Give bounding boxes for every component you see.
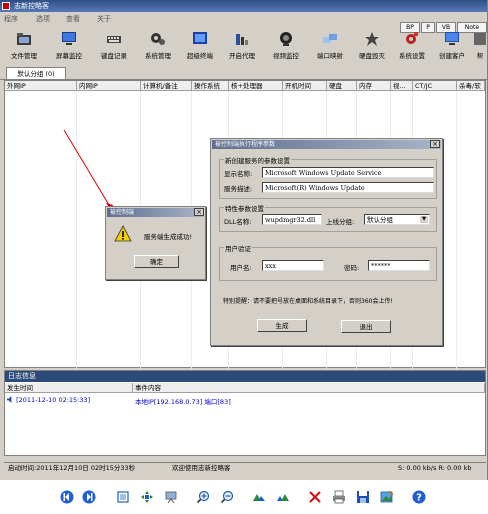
group-new-service-legend: 新创建服务的参数设置 bbox=[224, 155, 291, 165]
online-group-select[interactable]: 默认分组 ▼ bbox=[364, 214, 430, 225]
print-icon[interactable] bbox=[332, 490, 346, 504]
edit-image-icon[interactable] bbox=[380, 490, 394, 504]
close-icon: × bbox=[196, 208, 202, 216]
fit-window-icon[interactable] bbox=[116, 490, 130, 504]
password-label: 密码: bbox=[344, 264, 360, 272]
password-field[interactable]: ****** bbox=[368, 260, 430, 271]
config-dialog: 被控制端执行程序参数 × 新创建服务的参数设置 显示名称: Microsoft … bbox=[210, 138, 443, 346]
slideshow-icon[interactable] bbox=[164, 490, 178, 504]
service-desc-field[interactable]: Microsoft(R) Windows Update bbox=[262, 182, 434, 193]
warning-icon bbox=[114, 225, 132, 242]
username-label: 用户名: bbox=[230, 264, 252, 272]
config-dialog-title: 被控制端执行程序参数 bbox=[212, 140, 441, 149]
display-name-field[interactable]: Microsoft Windows Update Service bbox=[262, 167, 434, 178]
chevron-down-icon: ▼ bbox=[420, 216, 428, 223]
dll-name-field[interactable]: wupdmgr32.dll bbox=[262, 214, 322, 225]
ok-button[interactable]: 确定 bbox=[134, 255, 179, 268]
actual-size-icon[interactable] bbox=[140, 490, 154, 504]
rotate-left-icon[interactable] bbox=[252, 490, 266, 504]
group-new-service: 新创建服务的参数设置 显示名称: Microsoft Windows Updat… bbox=[219, 155, 437, 199]
rotate-right-icon[interactable] bbox=[276, 490, 290, 504]
display-name-label: 显示名称: bbox=[224, 170, 253, 178]
message-dialog: 被控制端 × 服务端生成成功! 确定 bbox=[105, 206, 206, 280]
generate-button[interactable]: 生成 bbox=[257, 319, 307, 332]
group-auth-legend: 用户验证 bbox=[224, 243, 252, 253]
message-dialog-title: 被控制端 bbox=[107, 208, 204, 217]
svg-text:?: ? bbox=[416, 493, 422, 504]
online-group-label: 上线分组: bbox=[326, 218, 355, 226]
exit-button[interactable]: 退出 bbox=[341, 320, 391, 333]
message-text: 服务端生成成功! bbox=[144, 233, 193, 241]
online-group-value: 默认分组 bbox=[367, 216, 393, 224]
zoom-out-icon[interactable] bbox=[220, 490, 234, 504]
next-icon[interactable] bbox=[82, 490, 96, 504]
close-icon: × bbox=[432, 140, 438, 148]
dll-name-label: DLL名称: bbox=[224, 218, 252, 226]
delete-icon[interactable] bbox=[308, 490, 322, 504]
message-close-button[interactable]: × bbox=[194, 208, 204, 216]
warning-note: 特别提醒：请不要把号放在桌面和系统目录下，否则360会上传! bbox=[223, 298, 393, 305]
zoom-in-icon[interactable] bbox=[196, 490, 210, 504]
group-features-legend: 特性参数设置 bbox=[224, 203, 265, 213]
save-icon[interactable] bbox=[356, 490, 370, 504]
group-features: 特性参数设置 DLL名称: wupdmgr32.dll 上线分组: 默认分组 ▼ bbox=[219, 203, 437, 232]
previous-icon[interactable] bbox=[60, 490, 74, 504]
service-desc-label: 服务描述: bbox=[224, 185, 253, 193]
username-field[interactable]: xxx bbox=[262, 260, 324, 271]
group-auth: 用户验证 用户名: xxx 密码: ****** bbox=[219, 243, 437, 281]
help-icon[interactable]: ? bbox=[412, 490, 426, 504]
viewer-toolbar: ? bbox=[0, 484, 488, 514]
config-close-button[interactable]: × bbox=[430, 140, 440, 148]
